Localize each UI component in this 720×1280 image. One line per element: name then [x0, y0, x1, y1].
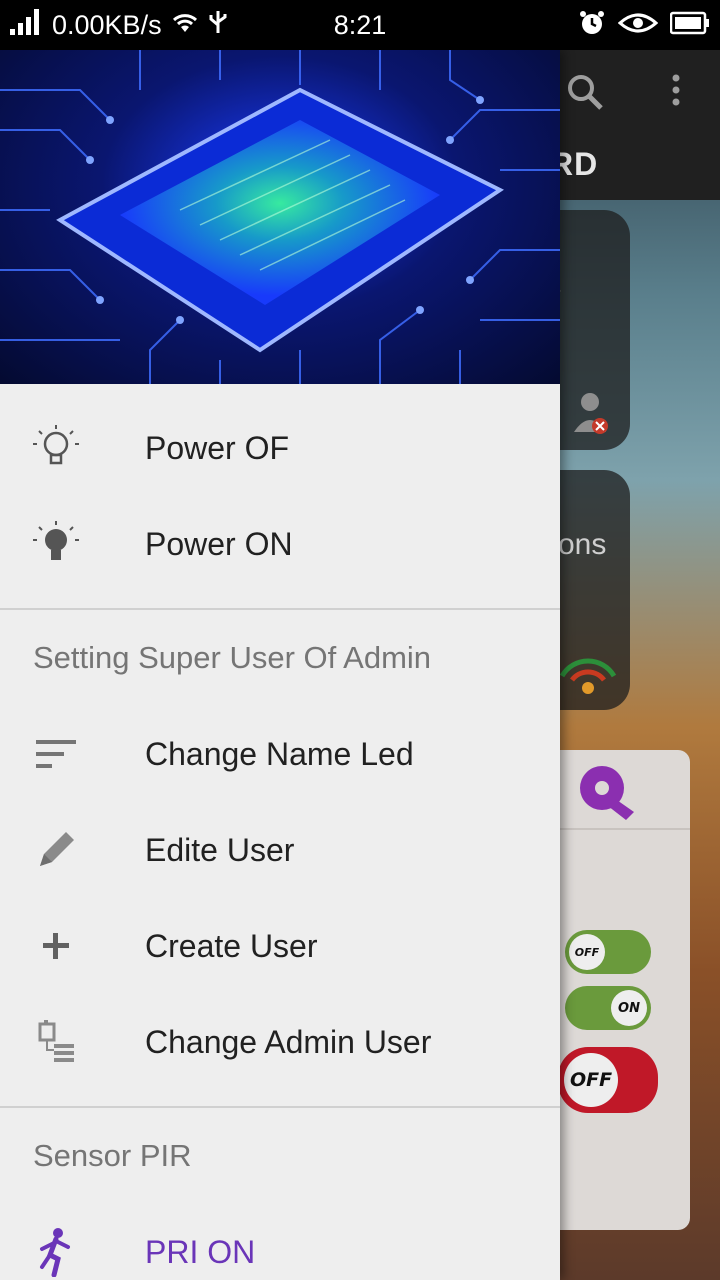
menu-label-change-name-led: Change Name Led: [145, 735, 414, 772]
device-list-icon: [30, 1016, 82, 1068]
pencil-icon: [30, 824, 82, 876]
drawer-divider-2: [0, 1106, 560, 1108]
menu-item-change-name-led[interactable]: Change Name Led: [0, 706, 560, 802]
menu-label-change-admin-user: Change Admin User: [145, 1023, 432, 1060]
running-person-icon: [30, 1226, 82, 1278]
switch-off-1-label: OFF: [569, 934, 605, 970]
menu-item-power-off[interactable]: Power OF: [0, 400, 560, 496]
switch-off-2-label: OFF: [564, 1053, 618, 1107]
switch-on-1[interactable]: ON: [565, 986, 651, 1030]
alarm-icon: [578, 9, 606, 42]
search-icon[interactable]: [565, 72, 605, 117]
eye-icon: [617, 11, 659, 40]
section-title-admin: Setting Super User Of Admin: [33, 640, 432, 675]
menu-label-power-on: Power ON: [145, 525, 293, 562]
drawer-divider-1: [0, 608, 560, 610]
sort-lines-icon: [30, 728, 82, 780]
menu-item-edit-user[interactable]: Edite User: [0, 802, 560, 898]
switch-on-1-label: ON: [611, 990, 647, 1026]
menu-label-create-user: Create User: [145, 927, 318, 964]
switch-off-1[interactable]: OFF: [565, 930, 651, 974]
menu-label-power-off: Power OF: [145, 429, 290, 466]
menu-item-power-on[interactable]: Power ON: [0, 496, 560, 592]
menu-item-create-user[interactable]: Create User: [0, 898, 560, 994]
menu-item-pri-on[interactable]: PRI ON: [0, 1204, 560, 1280]
circuit-board-illustration: [0, 50, 560, 384]
more-options-icon[interactable]: [668, 72, 684, 117]
switch-off-2[interactable]: OFF: [558, 1047, 658, 1113]
menu-label-edit-user: Edite User: [145, 831, 295, 868]
navigation-drawer: Power OF Power ON Setting Super User Of …: [0, 50, 560, 1280]
status-right: [578, 0, 710, 50]
card-2-text: ons: [558, 528, 607, 561]
menu-label-pri-on: PRI ON: [145, 1233, 256, 1270]
battery-icon: [669, 11, 710, 40]
plus-icon: [30, 920, 82, 972]
bulb-filled-icon: [30, 518, 82, 570]
wireless-icon: [558, 646, 618, 701]
music-hand-icon: [574, 758, 640, 829]
bulb-outline-icon: [30, 422, 82, 474]
users-icon: [560, 386, 612, 443]
drawer-header-image: [0, 50, 560, 384]
section-title-sensor: Sensor PIR: [33, 1138, 192, 1173]
status-bar: 0.00KB/s 8:21: [0, 0, 720, 50]
menu-item-change-admin-user[interactable]: Change Admin User: [0, 994, 560, 1090]
